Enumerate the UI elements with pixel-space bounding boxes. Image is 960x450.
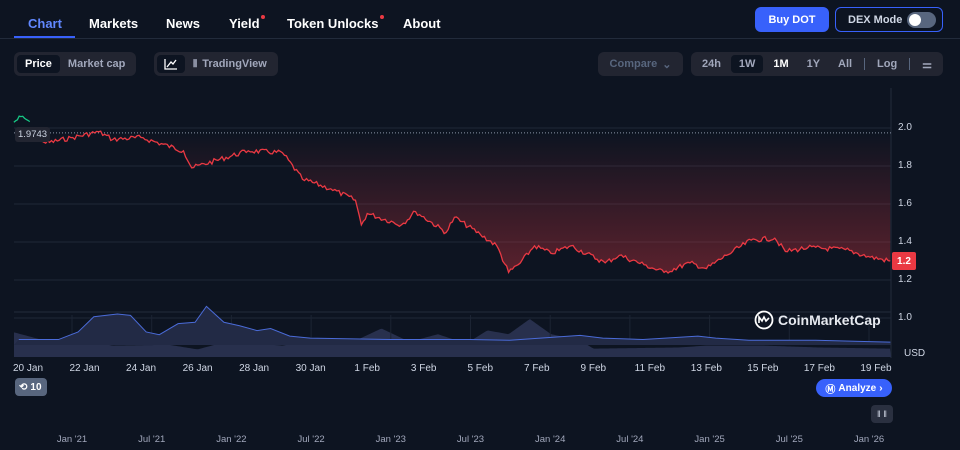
line-chart-button[interactable] xyxy=(157,55,185,73)
tab-about[interactable]: About xyxy=(403,16,441,31)
tab-markets[interactable]: Markets xyxy=(89,16,138,31)
x-tick-label: 5 Feb xyxy=(467,363,494,374)
y-tick-label: 1.2 xyxy=(898,274,912,285)
tab-label: About xyxy=(403,16,441,31)
compare-dropdown[interactable]: Compare ⌄ xyxy=(598,52,683,76)
toggle-switch[interactable] xyxy=(907,12,936,28)
price-chart[interactable] xyxy=(0,88,960,433)
x-tick-label: 22 Jan xyxy=(69,363,100,374)
x-tick-label: 30 Jan xyxy=(295,363,326,374)
navigator-tick-label: Jan '22 xyxy=(216,434,247,445)
navigator-tick-label: Jul '24 xyxy=(616,434,644,445)
x-tick-label: 7 Feb xyxy=(523,363,550,374)
candles-icon: ⫴ xyxy=(193,58,198,70)
navigator-tick-label: Jan '25 xyxy=(694,434,725,445)
x-tick-label: 17 Feb xyxy=(803,363,835,374)
x-tick-label: 28 Jan xyxy=(239,363,270,374)
x-tick-label: 1 Feb xyxy=(354,363,380,374)
loss-area xyxy=(31,132,891,274)
dex-mode-label: DEX Mode xyxy=(848,13,903,26)
line-chart-icon xyxy=(164,59,177,70)
divider xyxy=(864,58,866,70)
notification-dot xyxy=(379,15,384,19)
buy-dot-button[interactable]: Buy DOT xyxy=(755,7,829,32)
navigator-tick-label: Jul '25 xyxy=(775,434,803,445)
range-24h[interactable]: 24h xyxy=(694,55,729,73)
coinmarketcap-watermark: CoinMarketCap xyxy=(754,310,881,330)
notification-dot xyxy=(260,15,265,19)
market-cap-tab[interactable]: Market cap xyxy=(60,55,133,73)
y-tick-label: 1.4 xyxy=(898,236,912,247)
tradingview-label: TradingView xyxy=(202,58,267,70)
settings-button[interactable]: ⚌ xyxy=(914,55,940,73)
range-all[interactable]: All xyxy=(830,55,860,73)
range-1w[interactable]: 1W xyxy=(730,55,764,73)
price-line-up xyxy=(13,115,31,123)
chevron-down-icon: ⌄ xyxy=(662,58,672,71)
x-tick-label: 13 Feb xyxy=(690,363,722,374)
range-1y[interactable]: 1Y xyxy=(799,55,828,73)
y-tick-label: 2.0 xyxy=(898,122,912,133)
tab-label: News xyxy=(166,16,200,31)
compare-label: Compare xyxy=(609,58,658,70)
chart-type-switch: ⫴ TradingView xyxy=(154,52,278,76)
chart-metric-switch: Price Market cap xyxy=(14,52,137,76)
navigator-tick-label: Jul '23 xyxy=(456,434,485,445)
navigator-tick-label: Jan '23 xyxy=(375,434,406,445)
x-tick-label: 11 Feb xyxy=(634,363,666,374)
x-tick-label: 15 Feb xyxy=(747,363,779,374)
chevron-right-icon: › xyxy=(879,382,883,394)
open-price-label: 1.9743 xyxy=(15,127,51,142)
dex-mode-toggle[interactable]: DEX Mode xyxy=(835,7,943,32)
log-toggle[interactable]: Log xyxy=(869,55,905,73)
tab-label: Token Unlocks xyxy=(287,16,379,31)
range-switch: 24h 1W 1M 1Y All Log ⚌ xyxy=(691,52,943,76)
range-1m[interactable]: 1M xyxy=(765,55,796,73)
tab-news[interactable]: News xyxy=(166,16,200,31)
cmc-ai-icon: Ⓜ xyxy=(825,384,836,396)
y-tick-label: 1.6 xyxy=(898,198,912,209)
navigator-tick-label: Jan '24 xyxy=(535,434,566,445)
divider xyxy=(909,58,911,70)
tab-label: Chart xyxy=(28,16,62,31)
history-icon: ⟲ xyxy=(19,381,28,393)
y-tick-label: 1.8 xyxy=(898,160,912,171)
current-price-label: 1.2 xyxy=(892,252,916,270)
x-tick-label: 20 Jan xyxy=(12,363,44,374)
navigator-tick-label: Jan '26 xyxy=(853,434,885,445)
tab-label: Markets xyxy=(89,16,139,31)
navigator-tick-label: Jan '21 xyxy=(56,434,88,445)
tab-label: Yield xyxy=(229,16,260,31)
x-tick-label: 19 Feb xyxy=(860,363,892,374)
x-tick-label: 24 Jan xyxy=(126,363,157,374)
tab-chart[interactable]: Chart xyxy=(28,16,62,31)
x-tick-label: 3 Feb xyxy=(410,363,437,374)
tab-token-unlocks[interactable]: Token Unlocks xyxy=(287,15,384,31)
analyze-button[interactable]: Ⓜ Analyze › xyxy=(816,379,892,397)
y-tick-label: 1.0 xyxy=(898,312,912,323)
navigator-handle[interactable]: ‖ ‖ xyxy=(871,405,893,423)
history-badge[interactable]: ⟲ 10 xyxy=(15,378,47,396)
tab-yield[interactable]: Yield xyxy=(229,15,265,31)
coinmarketcap-logo-icon xyxy=(754,310,774,330)
active-tab-indicator xyxy=(14,36,75,38)
price-tab[interactable]: Price xyxy=(17,55,60,73)
top-nav: Chart Markets News Yield Token Unlocks About … xyxy=(0,0,960,39)
tradingview-button[interactable]: ⫴ TradingView xyxy=(185,55,275,73)
currency-label: USD xyxy=(904,348,926,359)
navigator-tick-label: Jul '21 xyxy=(138,434,166,445)
sliders-icon: ⚌ xyxy=(922,58,932,71)
x-tick-label: 26 Jan xyxy=(182,363,213,374)
navigator-tick-label: Jul '22 xyxy=(297,434,325,445)
x-tick-label: 9 Feb xyxy=(580,363,607,374)
